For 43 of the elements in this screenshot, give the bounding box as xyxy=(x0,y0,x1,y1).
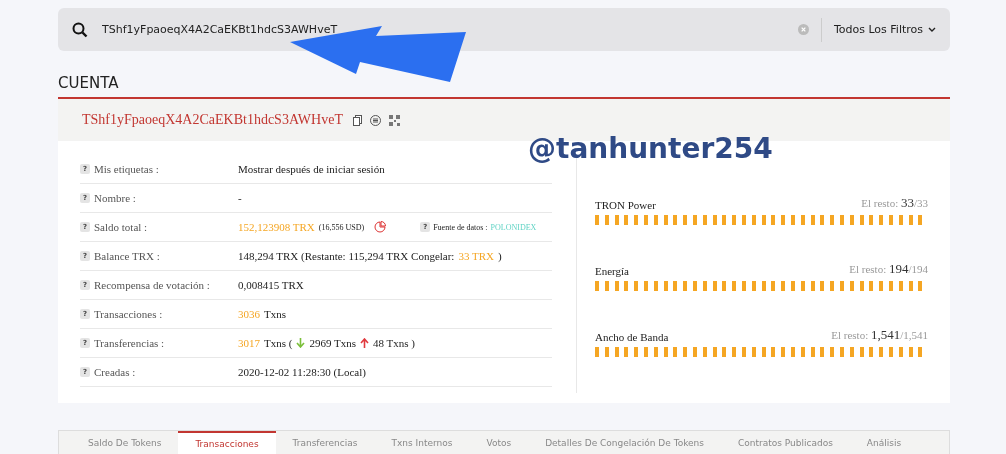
account-address: TShf1yFpaoeqX4A2CaEKBt1hdcS3AWHveT xyxy=(82,112,343,128)
source-label: Fuente de datos : xyxy=(433,222,488,232)
field-value: Mostrar después de iniciar sesión xyxy=(238,163,385,175)
field-value: 2969 Txns xyxy=(309,337,356,349)
resource-remaining: El resto: 33/33 xyxy=(861,195,928,211)
field-label: Transferencias : xyxy=(94,337,165,349)
field-label: Balance TRX : xyxy=(94,250,160,262)
field-value: 48 Txns ) xyxy=(373,337,415,349)
pie-chart-icon[interactable] xyxy=(374,221,387,233)
arrow-up-icon xyxy=(360,338,369,348)
section-title: CUENTA xyxy=(58,74,119,92)
field-value: 3036 xyxy=(238,308,260,320)
field-label: Recompensa de votación : xyxy=(94,279,210,291)
resource-name: TRON Power xyxy=(595,199,656,211)
field-value: 148,294 TRX (Restante: 115,294 TRX Congelar: xyxy=(238,250,455,262)
search-icon xyxy=(72,21,88,38)
caret-icon xyxy=(928,26,936,33)
field-value: ) xyxy=(498,250,502,262)
usd-value: (16,556 USD) xyxy=(318,222,365,232)
field-label: Transacciones : xyxy=(94,308,163,320)
resource-name: Ancho de Banda xyxy=(595,331,669,343)
resource-remaining: El resto: 194/194 xyxy=(849,261,928,277)
field-label: Mis etiquetas : xyxy=(94,163,159,175)
field-value: 33 TRX xyxy=(458,250,494,262)
watermark-handle: @tanhunter254 xyxy=(528,132,773,165)
qr-code-icon[interactable] xyxy=(388,114,400,126)
resource-name: Energía xyxy=(595,265,629,277)
arrow-down-icon xyxy=(296,338,306,348)
field-value: 2020-12-02 11:28:30 (Local) xyxy=(238,366,366,378)
field-value: 152,123908 TRX xyxy=(238,221,315,233)
field-value: - xyxy=(238,192,242,204)
field-value: Txns xyxy=(264,308,286,320)
list-icon[interactable] xyxy=(369,114,381,126)
field-label: Creadas : xyxy=(94,366,136,378)
field-value: 0,008415 TRX xyxy=(238,279,304,291)
resource-remaining: El resto: 1,541/1,541 xyxy=(831,327,928,343)
field-label: Saldo total : xyxy=(94,221,148,233)
filter-dropdown[interactable]: Todos Los Filtros xyxy=(833,23,936,36)
field-value: Txns ( xyxy=(264,337,293,349)
field-value: 3017 xyxy=(238,337,260,349)
field-label: Nombre : xyxy=(94,192,136,204)
copy-icon[interactable] xyxy=(352,114,362,126)
tab[interactable]: Transacciones xyxy=(178,431,276,454)
